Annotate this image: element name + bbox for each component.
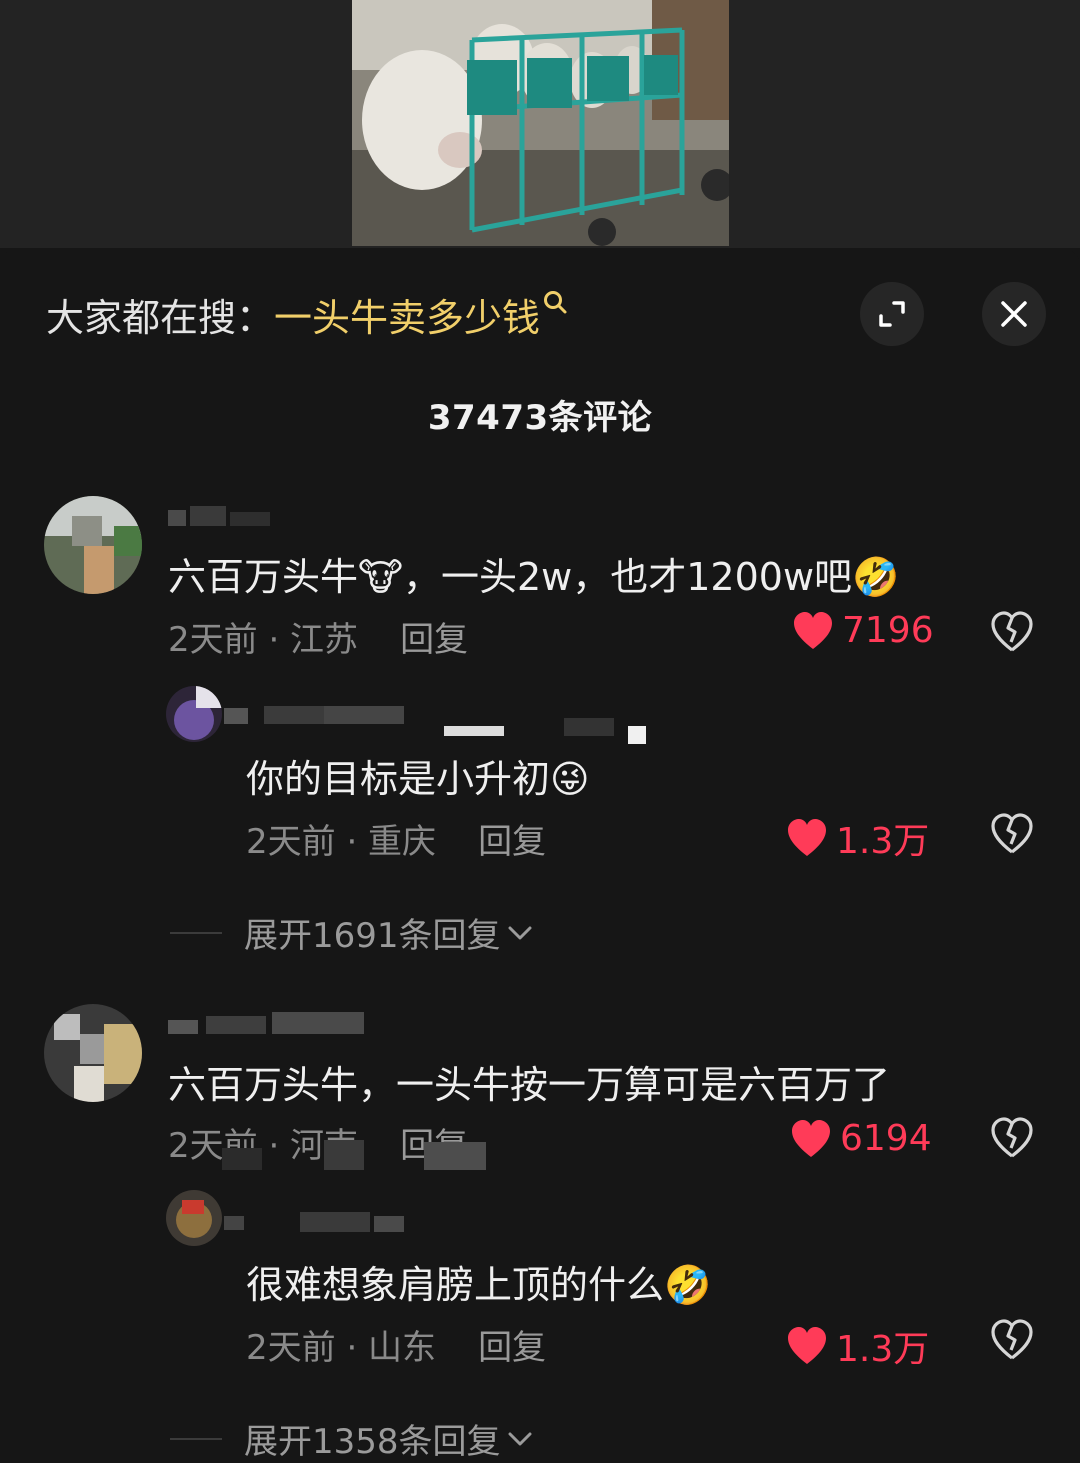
- username-blurred[interactable]: [224, 1212, 404, 1234]
- avatar[interactable]: [44, 1004, 142, 1102]
- heart-icon: [788, 1327, 826, 1364]
- expand-replies-label: 展开1691条回复: [244, 916, 501, 956]
- expand-icon: [879, 301, 905, 327]
- trending-search-keyword[interactable]: 一头牛卖多少钱: [274, 296, 540, 340]
- broken-heart-icon[interactable]: [990, 1116, 1034, 1160]
- avatar[interactable]: [166, 1190, 222, 1246]
- chevron-down-icon: [508, 1432, 532, 1445]
- like-button[interactable]: 7196: [792, 610, 934, 651]
- reply-meta: 2天前 · 山东 回复: [246, 1320, 546, 1369]
- like-button[interactable]: 1.3万: [786, 812, 929, 864]
- comment-meta: 2天前 · 江苏 回复: [168, 612, 468, 661]
- expand-replies-button[interactable]: 展开1358条回复: [170, 1414, 535, 1463]
- username-blurred[interactable]: [224, 706, 646, 744]
- reply-button[interactable]: 回复: [478, 1328, 546, 1368]
- username-blurred[interactable]: [168, 506, 278, 528]
- like-count: 7196: [842, 610, 934, 651]
- reply-meta: 2天前 · 重庆 回复: [246, 814, 546, 863]
- reply-button[interactable]: 回复: [400, 620, 468, 660]
- like-button[interactable]: 1.3万: [786, 1320, 929, 1372]
- broken-heart-icon[interactable]: [990, 812, 1034, 856]
- pixelated-overlay: [222, 1148, 262, 1170]
- divider: [170, 1437, 222, 1440]
- avatar[interactable]: [166, 686, 222, 742]
- broken-heart-icon[interactable]: [990, 1318, 1034, 1362]
- comment-count-title: 37473条评论: [427, 398, 653, 438]
- cattle-barn-image: [352, 0, 729, 246]
- comment-text: 六百万头牛🐮，一头2w，也才1200w吧🤣: [168, 555, 900, 599]
- like-count: 1.3万: [836, 1329, 930, 1370]
- trending-search[interactable]: 大家都在搜：一头牛卖多少钱: [46, 287, 570, 340]
- reply-text: 你的目标是小升初😜: [246, 757, 590, 801]
- like-count: 6194: [840, 1118, 932, 1159]
- heart-icon: [792, 1119, 830, 1157]
- video-thumbnail[interactable]: [352, 0, 729, 246]
- username-blurred[interactable]: [168, 1012, 364, 1034]
- divider: [170, 931, 222, 934]
- expand-replies-label: 展开1358条回复: [244, 1422, 501, 1462]
- comment-text: 六百万头牛，一头牛按一万算可是六百万了: [168, 1063, 891, 1107]
- like-button[interactable]: 6194: [790, 1118, 932, 1159]
- like-count: 1.3万: [836, 821, 930, 862]
- comment-time-location: 2天前 · 江苏: [168, 620, 359, 660]
- reply-time-location: 2天前 · 重庆: [246, 822, 437, 862]
- broken-heart-icon[interactable]: [990, 610, 1034, 654]
- expand-button[interactable]: [860, 282, 924, 346]
- heart-icon: [794, 611, 832, 649]
- chevron-down-icon: [508, 926, 532, 939]
- close-button[interactable]: [982, 282, 1046, 346]
- search-icon[interactable]: [542, 289, 570, 317]
- avatar[interactable]: [44, 496, 142, 594]
- pixelated-overlay: [324, 1140, 364, 1170]
- pixelated-overlay: [424, 1142, 486, 1170]
- close-icon: [1001, 301, 1027, 327]
- reply-button[interactable]: 回复: [478, 822, 546, 862]
- reply-text: 很难想象肩膀上顶的什么🤣: [246, 1263, 712, 1307]
- trending-search-prefix: 大家都在搜：: [46, 296, 275, 340]
- reply-time-location: 2天前 · 山东: [246, 1328, 437, 1368]
- heart-icon: [788, 819, 826, 856]
- expand-replies-button[interactable]: 展开1691条回复: [170, 908, 535, 957]
